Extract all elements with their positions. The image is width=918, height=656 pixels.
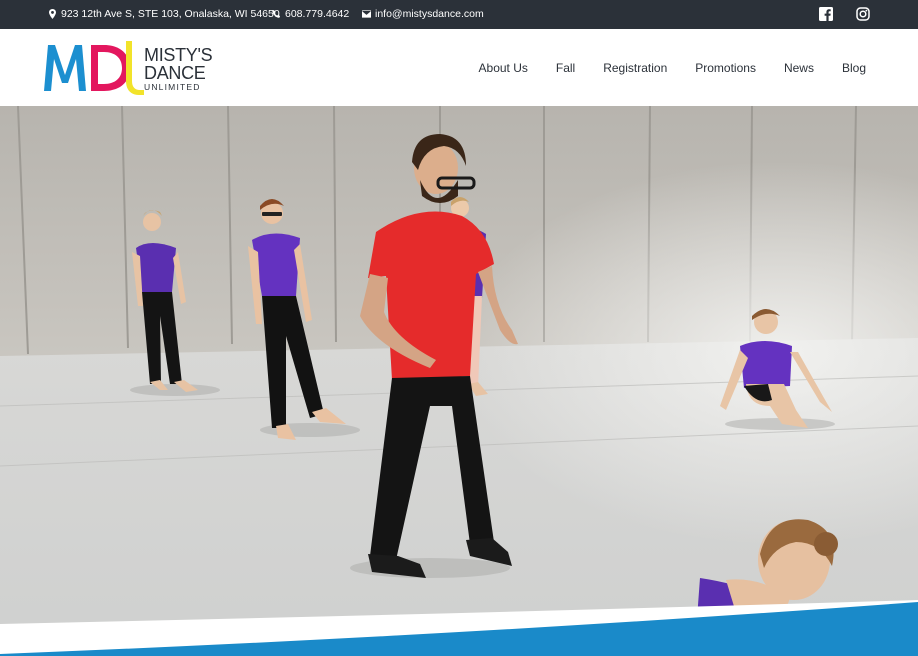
nav-promotions[interactable]: Promotions xyxy=(695,61,756,75)
email-text[interactable]: info@mistysdance.com xyxy=(375,8,484,20)
nav-fall[interactable]: Fall xyxy=(556,61,575,75)
address-text: 923 12th Ave S, STE 103, Onalaska, WI 54… xyxy=(61,8,280,20)
site-header: MISTY'S DANCE UNLIMITED About Us Fall Re… xyxy=(0,29,918,106)
top-info-bar: 923 12th Ave S, STE 103, Onalaska, WI 54… xyxy=(0,0,918,29)
dance-class-photo xyxy=(0,106,918,656)
facebook-icon[interactable] xyxy=(819,7,833,21)
phone-info[interactable]: 608.779.4642 xyxy=(272,8,349,20)
map-pin-icon xyxy=(49,9,56,19)
nav-about-us[interactable]: About Us xyxy=(479,61,528,75)
instagram-icon[interactable] xyxy=(856,7,870,21)
logo-line-dance: DANCE xyxy=(144,63,206,83)
email-info[interactable]: info@mistysdance.com xyxy=(362,8,484,20)
main-nav: About Us Fall Registration Promotions Ne… xyxy=(479,61,866,75)
logo-line-unlimited: UNLIMITED xyxy=(144,82,201,92)
site-logo[interactable]: MISTY'S DANCE UNLIMITED xyxy=(44,41,214,95)
address-info: 923 12th Ave S, STE 103, Onalaska, WI 54… xyxy=(48,8,280,20)
nav-blog[interactable]: Blog xyxy=(842,61,866,75)
phone-icon xyxy=(272,9,281,18)
logo-mark-mdu[interactable] xyxy=(44,41,144,95)
logo-line-mistys: MISTY'S xyxy=(144,45,213,65)
nav-registration[interactable]: Registration xyxy=(603,61,667,75)
nav-news[interactable]: News xyxy=(784,61,814,75)
hero-image xyxy=(0,106,918,656)
logo-wordmark: MISTY'S DANCE UNLIMITED xyxy=(144,45,213,92)
envelope-icon xyxy=(362,10,371,18)
phone-text[interactable]: 608.779.4642 xyxy=(285,8,349,20)
